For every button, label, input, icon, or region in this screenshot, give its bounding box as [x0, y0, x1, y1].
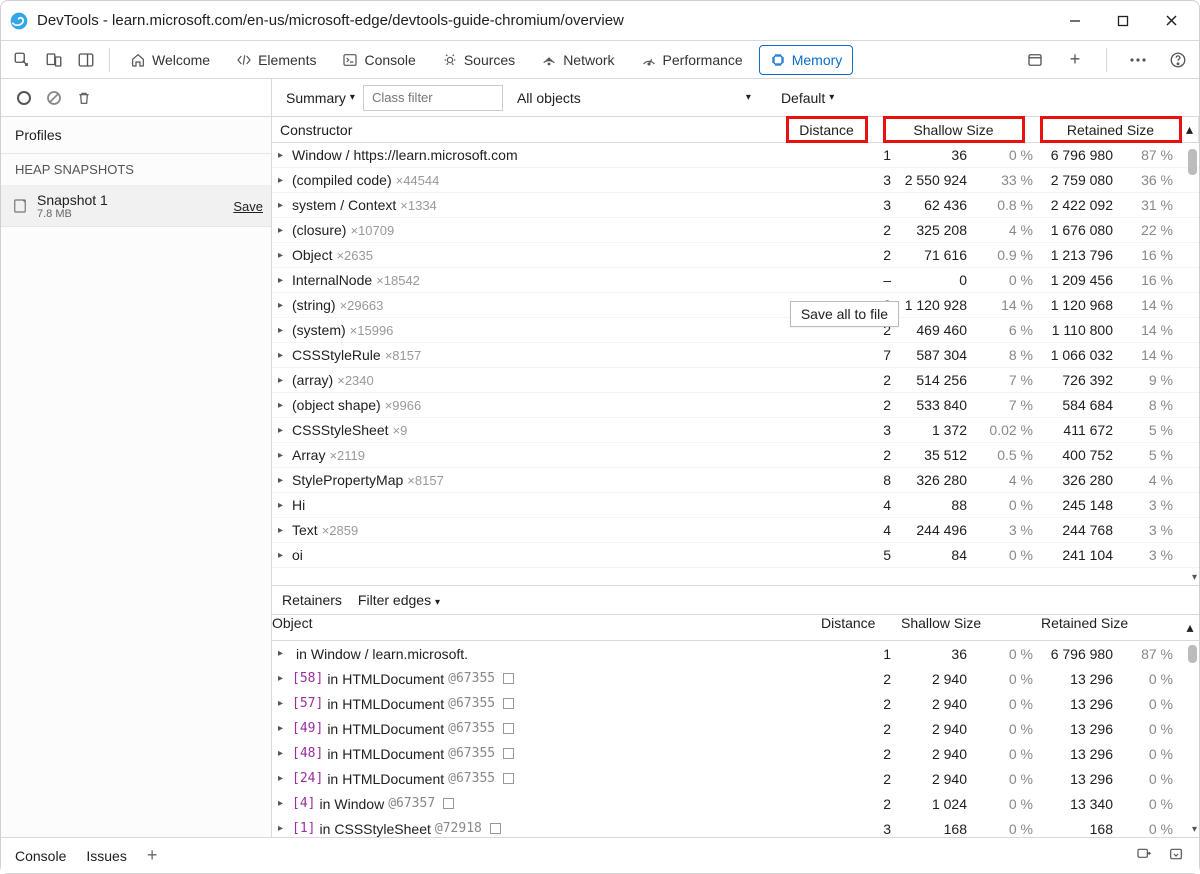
help-icon[interactable]: [1167, 49, 1189, 71]
device-icon[interactable]: [43, 49, 65, 71]
table-row[interactable]: ▸system / Context ×1334 3 62 4360.8 % 2 …: [272, 193, 1199, 218]
inspect-icon[interactable]: [11, 49, 33, 71]
default-dropdown[interactable]: Default▾: [773, 86, 842, 110]
drawer-icon-1[interactable]: [1135, 846, 1153, 865]
col-shallow-size[interactable]: Shallow Size: [884, 117, 1024, 142]
clear-icon[interactable]: [45, 89, 63, 107]
save-all-tooltip: Save all to file: [790, 301, 899, 327]
table-row[interactable]: ▸(system) ×15996 2 469 4606 % 1 110 8001…: [272, 318, 1199, 343]
profiles-heading: Profiles: [1, 117, 271, 154]
table-row[interactable]: ▸StylePropertyMap ×8157 8 326 2804 % 326…: [272, 468, 1199, 493]
drawer-icon-2[interactable]: [1167, 846, 1185, 865]
retainer-row[interactable]: ▸[49] in HTMLDocument @67355 2 2 9400 % …: [272, 716, 1199, 741]
retainers-table[interactable]: ▾ ▸ in Window / learn.microsoft. 1 360 %…: [272, 641, 1199, 837]
table-row[interactable]: ▸(object shape) ×9966 2 533 8407 % 584 6…: [272, 393, 1199, 418]
table-row[interactable]: ▸(compiled code) ×44544 3 2 550 92433 % …: [272, 168, 1199, 193]
tab-memory[interactable]: Memory: [759, 45, 854, 75]
profiles-sidebar: Profiles HEAP SNAPSHOTS Snapshot 1 7.8 M…: [1, 117, 272, 837]
snapshot-icon: [9, 195, 31, 217]
col-constructor[interactable]: Constructor: [272, 117, 787, 142]
record-icon[interactable]: [15, 89, 33, 107]
table-row[interactable]: ▸(closure) ×10709 2 325 2084 % 1 676 080…: [272, 218, 1199, 243]
tab-elements[interactable]: Elements: [226, 46, 326, 74]
retainer-row[interactable]: ▸[57] in HTMLDocument @67355 2 2 9400 % …: [272, 691, 1199, 716]
tab-console[interactable]: Console: [332, 46, 425, 74]
snapshot-title: Snapshot 1: [37, 192, 233, 208]
filter-edges-dropdown[interactable]: Filter edges ▾: [358, 592, 440, 608]
ret-col-retained[interactable]: Retained Size: [1041, 615, 1181, 640]
heap-snapshots-heading: HEAP SNAPSHOTS: [1, 154, 271, 186]
table-row[interactable]: ▸InternalNode ×18542 – 00 % 1 209 45616 …: [272, 268, 1199, 293]
scroll-up-icon[interactable]: ▴: [1181, 117, 1199, 142]
tab-overflow-icon[interactable]: [1024, 49, 1046, 71]
retainer-row[interactable]: ▸[58] in HTMLDocument @67355 2 2 9400 % …: [272, 666, 1199, 691]
ret-col-shallow[interactable]: Shallow Size: [901, 615, 1041, 640]
table-row[interactable]: ▸(string) ×29663 3 1 120 92814 % 1 120 9…: [272, 293, 1199, 318]
window-title: DevTools - learn.microsoft.com/en-us/mic…: [37, 12, 1061, 29]
ret-col-distance[interactable]: Distance: [821, 615, 901, 640]
class-filter-input[interactable]: [363, 85, 503, 111]
retainers-table-header: Object Distance Shallow Size Retained Si…: [272, 615, 1199, 641]
ret-scrollbar-thumb[interactable]: [1188, 645, 1197, 663]
col-distance[interactable]: Distance: [787, 117, 867, 142]
objects-dropdown[interactable]: All objects▾: [509, 86, 759, 110]
ret-col-object[interactable]: Object: [272, 615, 821, 640]
minimize-button[interactable]: [1061, 7, 1089, 35]
retainer-row[interactable]: ▸[1] in CSSStyleSheet @72918 3 1680 % 16…: [272, 816, 1199, 837]
dock-icon[interactable]: [75, 49, 97, 71]
retainer-row[interactable]: ▸[4] in Window @67357 2 1 0240 % 13 3400…: [272, 791, 1199, 816]
retainer-row[interactable]: ▸[48] in HTMLDocument @67355 2 2 9400 % …: [272, 741, 1199, 766]
drawer-add-button[interactable]: +: [147, 845, 158, 866]
save-link[interactable]: Save: [233, 199, 263, 214]
col-retained-size[interactable]: Retained Size: [1041, 117, 1181, 142]
more-icon[interactable]: [1127, 49, 1149, 71]
table-row[interactable]: ▸CSSStyleRule ×8157 7 587 3048 % 1 066 0…: [272, 343, 1199, 368]
window-titlebar: DevTools - learn.microsoft.com/en-us/mic…: [1, 1, 1199, 41]
ret-scroll-up-icon[interactable]: ▴: [1181, 615, 1199, 640]
table-row[interactable]: ▸Text ×2859 4 244 4963 % 244 7683 %: [272, 518, 1199, 543]
tab-sources[interactable]: Sources: [432, 46, 525, 74]
constructor-table-header: Constructor Distance Shallow Size Retain…: [272, 117, 1199, 143]
snapshot-item[interactable]: Snapshot 1 7.8 MB Save: [1, 186, 271, 227]
retainers-toolbar: Retainers Filter edges ▾: [272, 585, 1199, 615]
tab-welcome[interactable]: Welcome: [120, 46, 220, 74]
ret-scroll-down-icon[interactable]: ▾: [1192, 824, 1197, 835]
view-dropdown[interactable]: Summary ▾: [278, 86, 363, 110]
table-row[interactable]: ▸(array) ×2340 2 514 2567 % 726 3929 %: [272, 368, 1199, 393]
table-row[interactable]: ▸Window / https://learn.microsoft.com 1 …: [272, 143, 1199, 168]
drawer-bar: Console Issues +: [1, 837, 1199, 873]
add-tab-button[interactable]: +: [1064, 49, 1086, 71]
scroll-down-icon[interactable]: ▾: [1192, 572, 1197, 583]
retainers-label: Retainers: [282, 592, 342, 608]
scrollbar-thumb[interactable]: [1188, 149, 1197, 175]
table-row[interactable]: ▸Object ×2635 2 71 6160.9 % 1 213 79616 …: [272, 243, 1199, 268]
table-row[interactable]: ▸oi 5 840 % 241 1043 %: [272, 543, 1199, 568]
drawer-tab-console[interactable]: Console: [15, 848, 66, 864]
close-button[interactable]: [1157, 7, 1185, 35]
memory-toolbar: Summary ▾ All objects▾ Default▾: [1, 79, 1199, 117]
drawer-tab-issues[interactable]: Issues: [86, 848, 126, 864]
retainer-row[interactable]: ▸ in Window / learn.microsoft. 1 360 % 6…: [272, 641, 1199, 666]
edge-devtools-icon: [9, 11, 29, 31]
delete-icon[interactable]: [75, 89, 93, 107]
table-row[interactable]: ▸Array ×2119 2 35 5120.5 % 400 7525 %: [272, 443, 1199, 468]
snapshot-size: 7.8 MB: [37, 208, 233, 220]
retainer-row[interactable]: ▸[24] in HTMLDocument @67355 2 2 9400 % …: [272, 766, 1199, 791]
maximize-button[interactable]: [1109, 7, 1137, 35]
constructor-table[interactable]: Save all to file ▾ ▸Window / https://lea…: [272, 143, 1199, 585]
tab-network[interactable]: Network: [531, 46, 624, 74]
main-tabstrip: Welcome Elements Console Sources Network…: [1, 41, 1199, 79]
tab-performance[interactable]: Performance: [631, 46, 753, 74]
table-row[interactable]: ▸CSSStyleSheet ×9 3 1 3720.02 % 411 6725…: [272, 418, 1199, 443]
table-row[interactable]: ▸Hi 4 880 % 245 1483 %: [272, 493, 1199, 518]
